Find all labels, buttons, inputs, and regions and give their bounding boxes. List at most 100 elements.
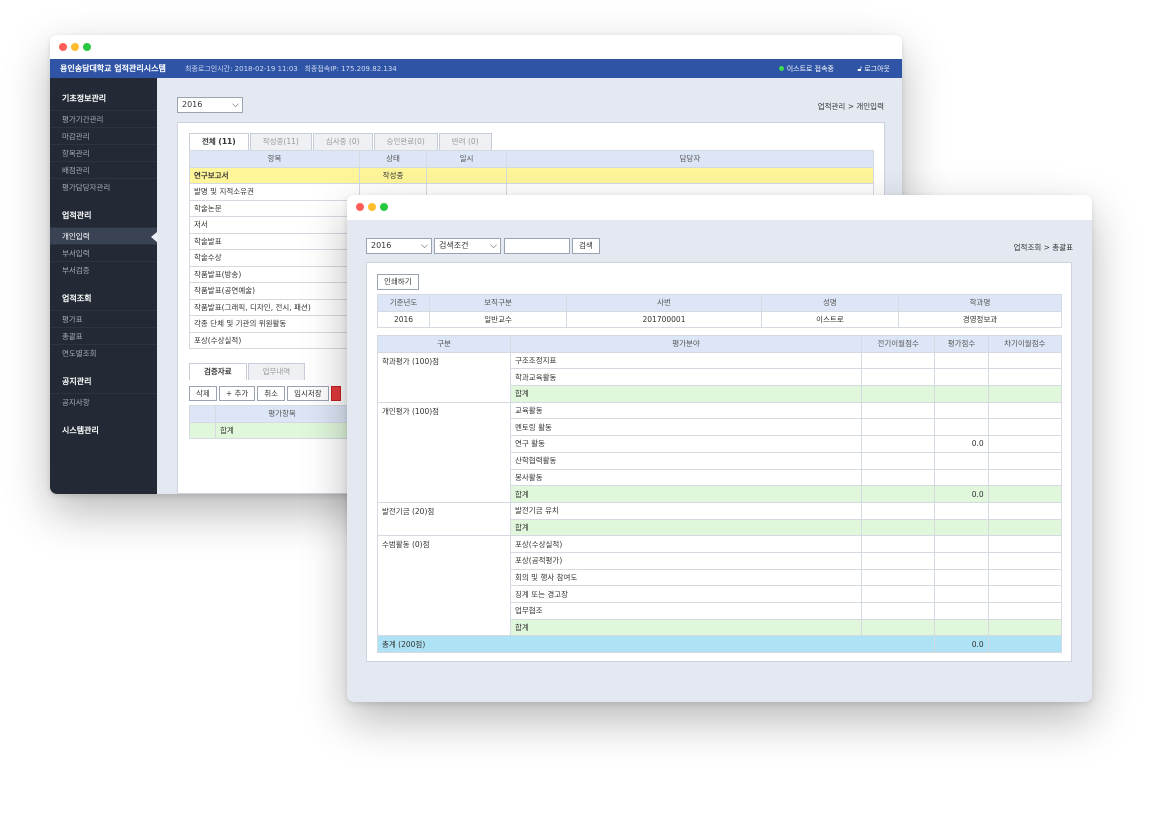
- info-header: 성명: [760, 294, 900, 312]
- score-header: 전기이월점수: [860, 335, 936, 353]
- submit-button[interactable]: [330, 386, 341, 401]
- group-cell: 학과평가 (100)점: [377, 351, 511, 403]
- last-login-ip: 최종접속IP: 175.209.82.134: [304, 65, 397, 73]
- year-select[interactable]: 2016 ⌵: [177, 97, 243, 113]
- sidebar-item[interactable]: 개인입력: [50, 227, 157, 244]
- sidebar-group-title[interactable]: 기초정보관리: [50, 90, 157, 110]
- prev-score-cell: [860, 551, 936, 570]
- tab-verification[interactable]: 검증자료: [189, 363, 247, 380]
- add-button[interactable]: + 추가: [218, 386, 256, 401]
- info-header: 기준년도: [377, 294, 430, 312]
- info-value: 경영정보과: [898, 310, 1062, 329]
- prev-score-cell: [860, 568, 936, 587]
- sidebar-item[interactable]: 평가표: [50, 310, 157, 327]
- temp-save-button[interactable]: 임시저장: [287, 386, 329, 401]
- info-header: 학과명: [898, 294, 1062, 312]
- total-next-cell: [987, 635, 1063, 654]
- score-cell: [934, 618, 989, 637]
- prev-score-cell: [860, 435, 936, 453]
- search-input[interactable]: [504, 238, 570, 254]
- score-header: 평가점수: [934, 335, 989, 353]
- breadcrumb-2: 업적조회 > 총괄표: [1013, 243, 1073, 252]
- status-tab[interactable]: 작성중(11): [249, 133, 312, 150]
- sidebar-item[interactable]: 평가담당자관리: [50, 178, 157, 195]
- window-summary: 2016 ⌵ 검색조건 ⌵ 검색 업적조회 > 총괄표 인쇄하기 기준년도 보직구분 사…: [347, 195, 1092, 702]
- app-title[interactable]: 용인송담대학교 업적관리시스템: [60, 63, 166, 74]
- maximize-window-button[interactable]: [380, 203, 388, 211]
- status-tab[interactable]: 심사중 (0): [312, 133, 373, 150]
- col-status: 상태: [359, 150, 427, 168]
- group-cell: 발전기금 (20)점: [377, 501, 511, 537]
- field-cell: 발전기금 유치: [510, 501, 862, 520]
- score-cell: [934, 551, 989, 570]
- sidebar-item[interactable]: 마감관리: [50, 127, 157, 144]
- lock-icon: 🔓︎: [857, 65, 862, 73]
- field-cell: 징계 또는 경고장: [510, 585, 862, 603]
- date-cell: [426, 166, 507, 184]
- field-cell: 연구 활동: [510, 435, 862, 453]
- next-score-cell: [987, 518, 1063, 537]
- cancel-button[interactable]: 취소: [257, 386, 286, 401]
- score-cell: [934, 501, 989, 520]
- table-row: 발전기금 (20)점 발전기금 유치: [377, 501, 1063, 537]
- window-titlebar-2: [347, 195, 1092, 220]
- sidebar-item[interactable]: 총괄표: [50, 327, 157, 344]
- table-row[interactable]: 연구보고서 작성중: [189, 166, 874, 184]
- sidebar-item[interactable]: 부서입력: [50, 244, 157, 261]
- sub-tabs: 검증자료 업무내역: [189, 363, 306, 380]
- info-header: 보직구분: [428, 294, 568, 312]
- score-cell: [934, 368, 989, 387]
- item-cell: 학술논문: [189, 199, 360, 217]
- sidebar-item[interactable]: 평가기간관리: [50, 110, 157, 127]
- field-cell: 회의 및 행사 참여도: [510, 568, 862, 587]
- sidebar-item[interactable]: 배점관리: [50, 161, 157, 178]
- sidebar-item[interactable]: 연도별조회: [50, 344, 157, 361]
- logout-button[interactable]: 🔓︎ 로그아웃: [857, 64, 890, 74]
- col-check: [189, 405, 216, 423]
- next-score-cell: [987, 618, 1063, 637]
- next-score-cell: [987, 385, 1063, 403]
- sidebar: 기초정보관리 평가기간관리 마감관리 항목관리 배점관리 평가담당자관리 업적관리 개인입력 부…: [50, 78, 157, 494]
- status-tab[interactable]: 반려 (0): [438, 133, 492, 150]
- sidebar-item[interactable]: 항목관리: [50, 144, 157, 161]
- sidebar-group-title[interactable]: 시스템관리: [50, 422, 157, 442]
- prev-score-cell: [860, 468, 936, 487]
- close-window-button[interactable]: [59, 43, 67, 51]
- sidebar-item[interactable]: 공지사항: [50, 393, 157, 410]
- delete-button[interactable]: 삭제: [189, 386, 217, 401]
- window-titlebar: [50, 35, 902, 59]
- sidebar-group: 시스템관리: [50, 422, 157, 442]
- table-row: 학과평가 (100)점 구조조정지표: [377, 351, 1063, 403]
- next-score-cell: [987, 468, 1063, 487]
- field-cell: 교육활동: [510, 401, 862, 420]
- status-tab[interactable]: 승인완료(0): [373, 133, 438, 150]
- manager-cell: [506, 166, 874, 184]
- next-score-cell: [987, 602, 1063, 620]
- item-cell: 작품발표(그래픽, 디자인, 전시, 패션): [189, 298, 360, 316]
- sidebar-group-title[interactable]: 업적관리: [50, 207, 157, 227]
- total-label: 총계 (200점): [376, 635, 936, 654]
- total-value: 0.0: [934, 635, 989, 654]
- status-tab[interactable]: 전체 (11): [189, 133, 249, 150]
- sidebar-group-title[interactable]: 업적조회: [50, 290, 157, 310]
- maximize-window-button[interactable]: [83, 43, 91, 51]
- score-cell: [934, 385, 989, 403]
- score-header: 구분: [377, 335, 511, 353]
- sidebar-group: 업적관리 개인입력 부서입력 부서검증: [50, 207, 157, 278]
- next-score-cell: [987, 451, 1063, 470]
- minimize-window-button[interactable]: [368, 203, 376, 211]
- prev-score-cell: [860, 501, 936, 520]
- close-window-button[interactable]: [356, 203, 364, 211]
- year-select-2[interactable]: 2016 ⌵: [366, 238, 432, 254]
- last-login-info: 최종로그인시간: 2018-02-19 11:03 최종접속IP: 175.20…: [185, 64, 397, 74]
- sidebar-group-title[interactable]: 공지관리: [50, 373, 157, 393]
- prev-score-cell: [860, 585, 936, 603]
- minimize-window-button[interactable]: [71, 43, 79, 51]
- field-cell: 합계: [510, 618, 862, 637]
- sidebar-item[interactable]: 부서검증: [50, 261, 157, 278]
- info-value: 201700001: [566, 310, 762, 329]
- tab-work-history[interactable]: 업무내역: [247, 363, 306, 380]
- print-button[interactable]: 인쇄하기: [377, 274, 419, 290]
- search-condition-select[interactable]: 검색조건 ⌵: [434, 238, 501, 254]
- search-button[interactable]: 검색: [572, 238, 600, 254]
